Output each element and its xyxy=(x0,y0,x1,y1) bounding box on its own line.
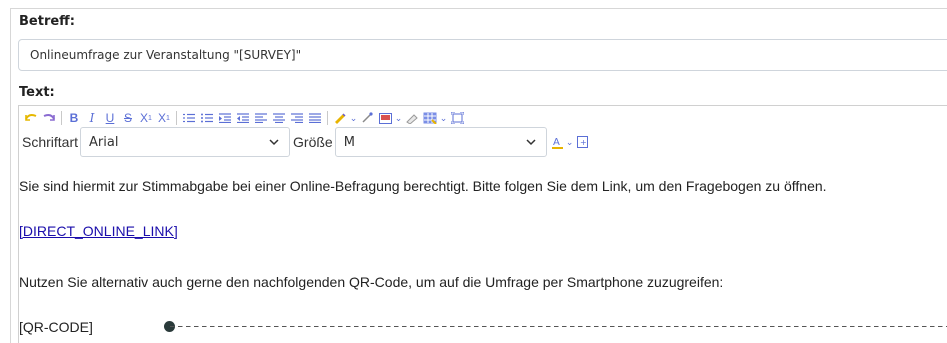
toolbar-divider xyxy=(176,111,177,125)
svg-text:A: A xyxy=(553,137,560,148)
link-icon[interactable] xyxy=(358,110,376,126)
font-size-value: M xyxy=(343,134,355,150)
rich-text-editor: B I U S X1 X1 ⌄ ⌄ ⌄ Schriftart Arial Grö… xyxy=(18,105,947,343)
align-center-icon[interactable] xyxy=(270,110,288,126)
chevron-down-icon xyxy=(269,139,279,146)
underline-icon[interactable]: U xyxy=(101,110,119,126)
formatting-toolbar: B I U S X1 X1 ⌄ ⌄ ⌄ xyxy=(22,109,466,127)
outdent-icon[interactable] xyxy=(234,110,252,126)
table-icon[interactable] xyxy=(421,110,439,126)
align-left-icon[interactable] xyxy=(252,110,270,126)
bullet-list-icon[interactable] xyxy=(198,110,216,126)
font-size-select[interactable]: M xyxy=(334,127,547,157)
direct-online-link[interactable]: [DIRECT_ONLINE_LINK] xyxy=(19,223,178,239)
image-icon[interactable] xyxy=(376,110,394,126)
chevron-down-icon[interactable]: ⌄ xyxy=(439,110,448,126)
chevron-down-icon[interactable]: ⌄ xyxy=(394,110,403,126)
chevron-down-icon[interactable]: ⌄ xyxy=(565,134,575,150)
italic-icon[interactable]: I xyxy=(83,110,101,126)
indent-icon[interactable] xyxy=(216,110,234,126)
toolbar-divider xyxy=(61,111,62,125)
chevron-down-icon[interactable]: ⌄ xyxy=(349,110,358,126)
undo-icon[interactable] xyxy=(22,110,40,126)
highlight-pen-icon[interactable] xyxy=(331,110,349,126)
eraser-icon[interactable] xyxy=(403,110,421,126)
fullscreen-icon[interactable] xyxy=(448,110,466,126)
font-size-label: Größe xyxy=(293,134,333,150)
align-right-icon[interactable] xyxy=(288,110,306,126)
subscript-icon[interactable]: X1 xyxy=(137,110,155,126)
bold-icon[interactable]: B xyxy=(65,110,83,126)
numbered-list-icon[interactable] xyxy=(180,110,198,126)
font-toolbar: Schriftart Arial Größe M A ⌄ + xyxy=(19,127,947,157)
chevron-down-icon xyxy=(526,139,536,146)
font-family-label: Schriftart xyxy=(22,134,79,150)
text-label: Text: xyxy=(19,85,55,100)
svg-text:+: + xyxy=(580,138,587,147)
page-break-line xyxy=(170,326,947,328)
body-paragraph-1: Sie sind hiermit zur Stimmabgabe bei ein… xyxy=(19,178,827,194)
subject-input[interactable]: Onlineumfrage zur Veranstaltung "[SURVEY… xyxy=(18,39,947,71)
qr-code-placeholder: [QR-CODE] xyxy=(19,319,93,335)
toolbar-divider xyxy=(327,111,328,125)
body-paragraph-2: Nutzen Sie alternativ auch gerne den nac… xyxy=(19,274,724,290)
font-family-value: Arial xyxy=(89,134,119,150)
superscript-icon[interactable]: X1 xyxy=(155,110,173,126)
font-family-select[interactable]: Arial xyxy=(80,127,291,157)
strikethrough-icon[interactable]: S xyxy=(119,110,137,126)
font-color-icon[interactable]: A xyxy=(551,134,565,150)
subject-label: Betreff: xyxy=(19,14,75,29)
align-justify-icon[interactable] xyxy=(306,110,324,126)
insert-placeholder-icon[interactable]: + xyxy=(575,134,591,150)
redo-icon[interactable] xyxy=(40,110,58,126)
